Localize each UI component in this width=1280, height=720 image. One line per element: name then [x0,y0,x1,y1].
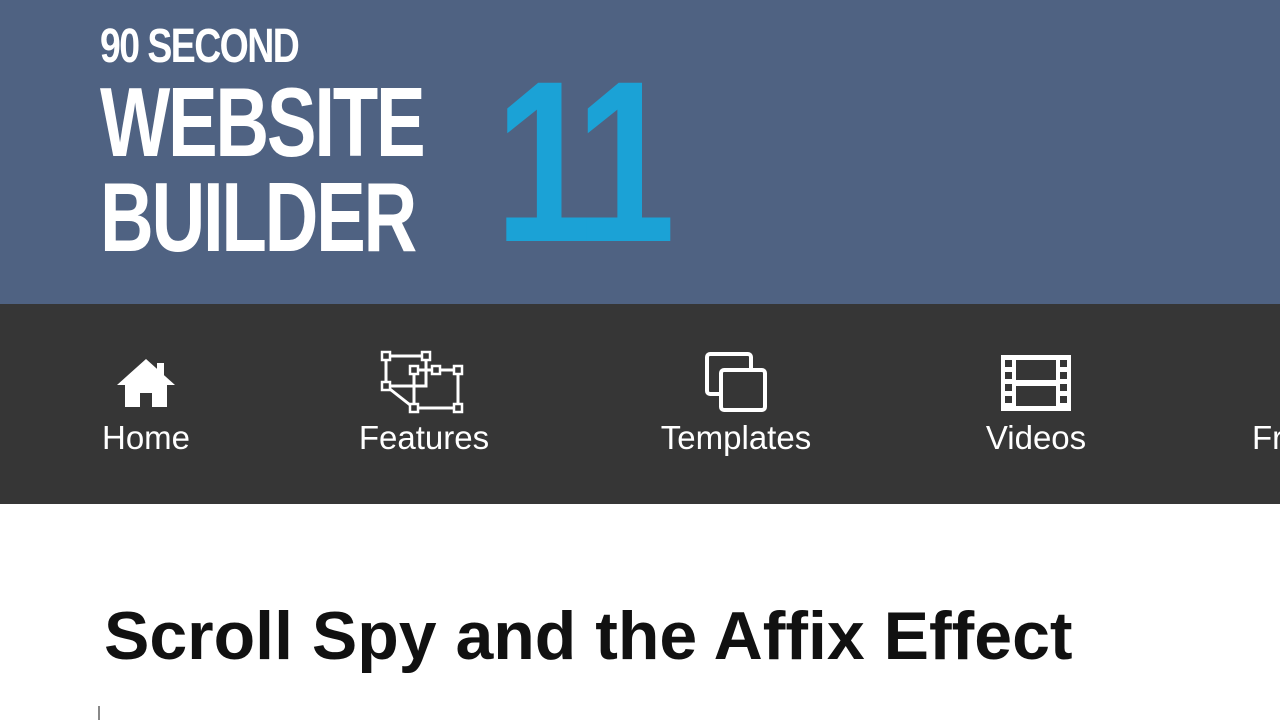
logo-version-number: 11 [495,33,675,290]
nav-label-home: Home [101,419,191,456]
videos-icon [991,348,1081,418]
main-content: Scroll Spy and the Affix Effect [0,504,1280,720]
logo-line-builder: BUILDER [100,162,417,272]
nav-item-features[interactable]: Features [352,348,496,468]
site-header: 90 SECOND WEBSITE BUILDER 11 [0,0,1280,304]
nav-label-templates: Templates [660,419,812,456]
main-nav: Home Features Templates Videos Fr [0,304,1280,504]
nav-item-videos[interactable]: Videos [981,348,1091,468]
site-logo[interactable]: 90 SECOND WEBSITE BUILDER 11 [100,20,700,290]
templates-icon [691,348,781,418]
nav-item-partial[interactable]: Fr [1252,348,1280,468]
logo-tagline: 90 SECOND [100,20,300,73]
logo-line-website: WEBSITE [100,67,426,177]
text-cursor [98,706,100,720]
nav-item-home[interactable]: Home [100,348,192,468]
partial-icon [1252,348,1280,418]
nav-label-videos: Videos [985,419,1087,456]
nav-label-features: Features [358,419,490,456]
features-icon [379,348,469,418]
nav-label-partial: Fr [1252,419,1280,456]
nav-item-templates[interactable]: Templates [654,348,818,468]
home-icon [101,348,191,418]
page-title: Scroll Spy and the Affix Effect [104,598,1073,674]
